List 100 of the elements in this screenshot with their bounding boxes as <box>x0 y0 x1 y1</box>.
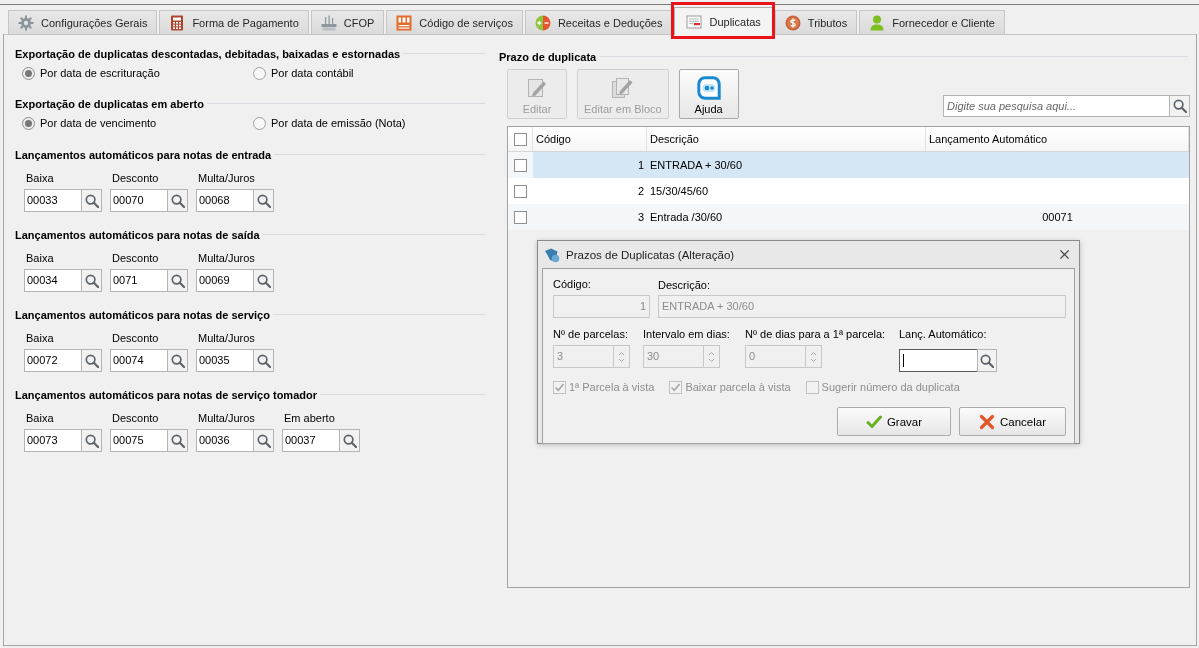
cancel-button[interactable]: Cancelar <box>959 407 1066 436</box>
tab[interactable]: Forma de Pagamento <box>159 10 309 34</box>
search-button[interactable] <box>81 429 102 452</box>
field-label: Baixa <box>25 251 54 265</box>
column-header[interactable]: Lançamento Automático <box>926 127 1189 151</box>
table-cell: 1 <box>637 159 644 171</box>
code-field[interactable] <box>899 349 977 372</box>
search-button[interactable] <box>167 269 188 292</box>
search-button[interactable] <box>253 269 274 292</box>
field-label: Desconto <box>111 251 159 265</box>
code-field[interactable]: 00072 <box>24 349 81 372</box>
stacked-pages-pencil-icon <box>610 75 635 100</box>
field-label: Em aberto <box>283 411 335 425</box>
field-label: Nº de dias para a 1ª parcela: <box>745 327 886 341</box>
search-icon <box>170 193 185 208</box>
search-button[interactable] <box>339 429 360 452</box>
search-icon <box>256 353 271 368</box>
calculator-icon <box>169 14 186 31</box>
table-row[interactable]: 1 ENTRADA + 30/60 <box>508 152 1189 178</box>
save-button[interactable]: Gravar <box>837 407 951 436</box>
search-button[interactable] <box>81 189 102 212</box>
tile-icon <box>396 14 413 31</box>
search-icon <box>342 433 357 448</box>
field-label: Baixa <box>25 411 54 425</box>
tab[interactable]: Receitas e Deduções <box>524 10 673 34</box>
map-icon <box>544 246 560 263</box>
field-label: Código: <box>553 277 591 291</box>
search-button[interactable] <box>167 349 188 372</box>
search-button[interactable] <box>977 349 997 372</box>
person-icon <box>869 14 886 31</box>
search-button[interactable] <box>253 189 274 212</box>
search-button[interactable] <box>253 349 274 372</box>
table-cell: 00071 <box>1042 211 1073 223</box>
table-row[interactable]: 2 15/30/45/60 <box>508 178 1189 204</box>
tab[interactable]: Configurações Gerais <box>8 10 158 34</box>
tab[interactable]: Código de serviços <box>386 10 523 34</box>
search-field[interactable]: Digite sua pesquisa aqui... <box>943 95 1169 117</box>
code-field[interactable]: 00068 <box>196 189 253 212</box>
field-label: Multa/Juros <box>197 331 255 345</box>
up-down-arrows-icon <box>618 350 625 363</box>
search-button[interactable] <box>167 429 188 452</box>
code-field[interactable]: 00070 <box>110 189 167 212</box>
field-label: Nº de parcelas: <box>553 327 628 341</box>
section-title: Exportação de duplicatas descontadas, debitadas, baixadas e estornadas <box>15 47 401 60</box>
checkbox[interactable] <box>513 132 527 146</box>
code-field[interactable]: 00037 <box>282 429 339 452</box>
field-label: Multa/Juros <box>197 411 255 425</box>
code-field[interactable]: 0071 <box>110 269 167 292</box>
search-icon <box>84 193 99 208</box>
checkbox[interactable] <box>514 184 527 198</box>
checkmark-icon <box>865 413 882 430</box>
search-icon <box>170 273 185 288</box>
section-title: Lançamentos automáticos para notas de saída <box>15 228 260 241</box>
radio-button[interactable] <box>22 116 35 130</box>
search-button[interactable] <box>81 349 102 372</box>
field-label: Intervalo em dias: <box>643 327 730 341</box>
help-button[interactable]: Ajuda <box>678 69 739 119</box>
checkbox-label: 1ª Parcela à vista <box>569 381 655 393</box>
table-cell: ENTRADA + 30/60 <box>650 159 743 171</box>
code-field[interactable]: 00036 <box>196 429 253 452</box>
code-field[interactable]: 00034 <box>24 269 81 292</box>
radio-button[interactable] <box>22 66 35 80</box>
tab[interactable]: Fornecedor e Cliente <box>859 10 1005 34</box>
field-label: Desconto <box>111 331 159 345</box>
code-field[interactable]: 00075 <box>110 429 167 452</box>
section-title: Lançamentos automáticos para notas de serviço tomador <box>15 388 317 401</box>
tab[interactable]: CFOP <box>310 10 385 34</box>
table-row[interactable]: 3 Entrada /30/60 00071 <box>508 204 1189 230</box>
radio-button[interactable] <box>253 66 266 80</box>
search-button[interactable] <box>167 189 188 212</box>
code-field[interactable]: 00073 <box>24 429 81 452</box>
search-button[interactable] <box>81 269 102 292</box>
tab[interactable]: Tributos <box>774 10 858 34</box>
close-button[interactable] <box>1057 247 1071 262</box>
code-field[interactable]: 00035 <box>196 349 253 372</box>
search-button[interactable] <box>1169 95 1190 117</box>
field-label: Baixa <box>25 331 54 345</box>
search-icon <box>170 433 185 448</box>
rack-icon <box>320 14 337 31</box>
field-label: Baixa <box>25 171 54 185</box>
checkbox[interactable] <box>514 158 527 172</box>
tab[interactable]: Duplicatas <box>674 7 773 35</box>
section-title: Lançamentos automáticos para notas de serviço <box>15 308 270 321</box>
dialog-title: Prazos de Duplicatas (Alteração) <box>566 248 735 261</box>
radio-button[interactable] <box>253 116 266 130</box>
checkbox-label: Baixar parcela à vista <box>685 381 791 393</box>
search-icon <box>84 273 99 288</box>
search-button[interactable] <box>253 429 274 452</box>
search-icon <box>256 433 271 448</box>
column-header[interactable]: Código <box>533 127 647 151</box>
field-label: Descrição: <box>658 278 710 291</box>
radio-label: Por data de vencimento <box>40 117 157 129</box>
code-field[interactable]: 00033 <box>24 189 81 212</box>
field-label: Multa/Juros <box>197 251 255 265</box>
code-field[interactable]: 00074 <box>110 349 167 372</box>
checkbox[interactable] <box>514 210 527 224</box>
code-field[interactable]: 00069 <box>196 269 253 292</box>
column-header[interactable]: Descrição <box>647 127 926 151</box>
search-icon <box>84 353 99 368</box>
field-label: Lanç. Automático: <box>899 327 987 341</box>
